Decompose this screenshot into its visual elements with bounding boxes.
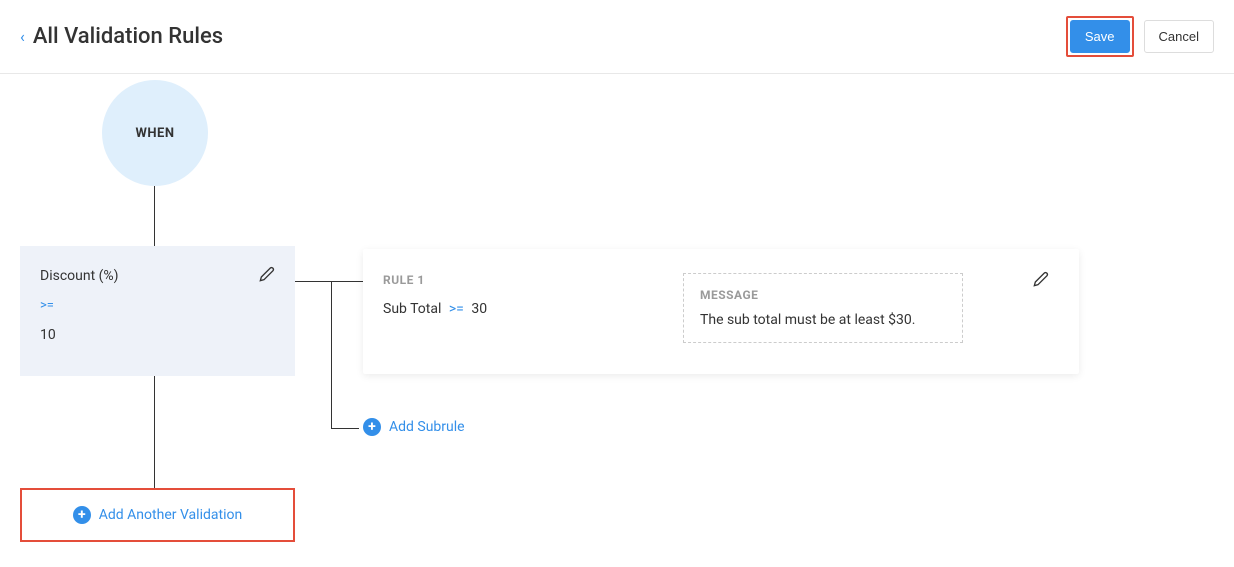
connector-line [154, 186, 155, 246]
page-title: All Validation Rules [33, 24, 223, 49]
header-left: ‹ All Validation Rules [20, 24, 223, 49]
condition-field: Discount (%) [40, 268, 275, 284]
rule-expression: Sub Total >= 30 [383, 301, 683, 317]
when-node: WHEN [102, 80, 208, 186]
connector-line [331, 428, 359, 429]
message-text: The sub total must be at least $30. [700, 312, 946, 328]
edit-rule-icon[interactable] [1033, 271, 1049, 291]
message-label: MESSAGE [700, 288, 946, 302]
plus-circle-icon: + [73, 506, 91, 524]
rule-label: RULE 1 [383, 273, 683, 287]
connector-line [331, 281, 332, 429]
condition-operator: >= [40, 298, 275, 313]
edit-condition-icon[interactable] [259, 266, 275, 282]
when-label: WHEN [135, 126, 174, 141]
add-subrule-label: Add Subrule [389, 419, 465, 435]
cancel-button[interactable]: Cancel [1144, 20, 1214, 53]
message-box: MESSAGE The sub total must be at least $… [683, 273, 963, 343]
rule-operator: >= [449, 301, 464, 317]
save-highlight-box: Save [1066, 16, 1134, 57]
save-button[interactable]: Save [1070, 20, 1130, 53]
connector-line [154, 376, 155, 488]
rule-left: RULE 1 Sub Total >= 30 [383, 273, 683, 317]
page-header: ‹ All Validation Rules Save Cancel [0, 0, 1234, 74]
back-arrow-icon[interactable]: ‹ [20, 27, 25, 46]
rule-value: 30 [471, 301, 487, 317]
header-actions: Save Cancel [1066, 16, 1214, 57]
rule-field: Sub Total [383, 301, 441, 317]
add-another-validation-button[interactable]: + Add Another Validation [20, 488, 295, 542]
condition-card[interactable]: Discount (%) >= 10 [20, 246, 295, 376]
add-subrule-button[interactable]: + Add Subrule [363, 418, 465, 436]
rule-card[interactable]: RULE 1 Sub Total >= 30 MESSAGE The sub t… [363, 249, 1079, 374]
connector-line [331, 281, 363, 282]
condition-value: 10 [40, 327, 275, 343]
add-another-label: Add Another Validation [99, 507, 242, 523]
plus-circle-icon: + [363, 418, 381, 436]
connector-line [295, 281, 331, 282]
